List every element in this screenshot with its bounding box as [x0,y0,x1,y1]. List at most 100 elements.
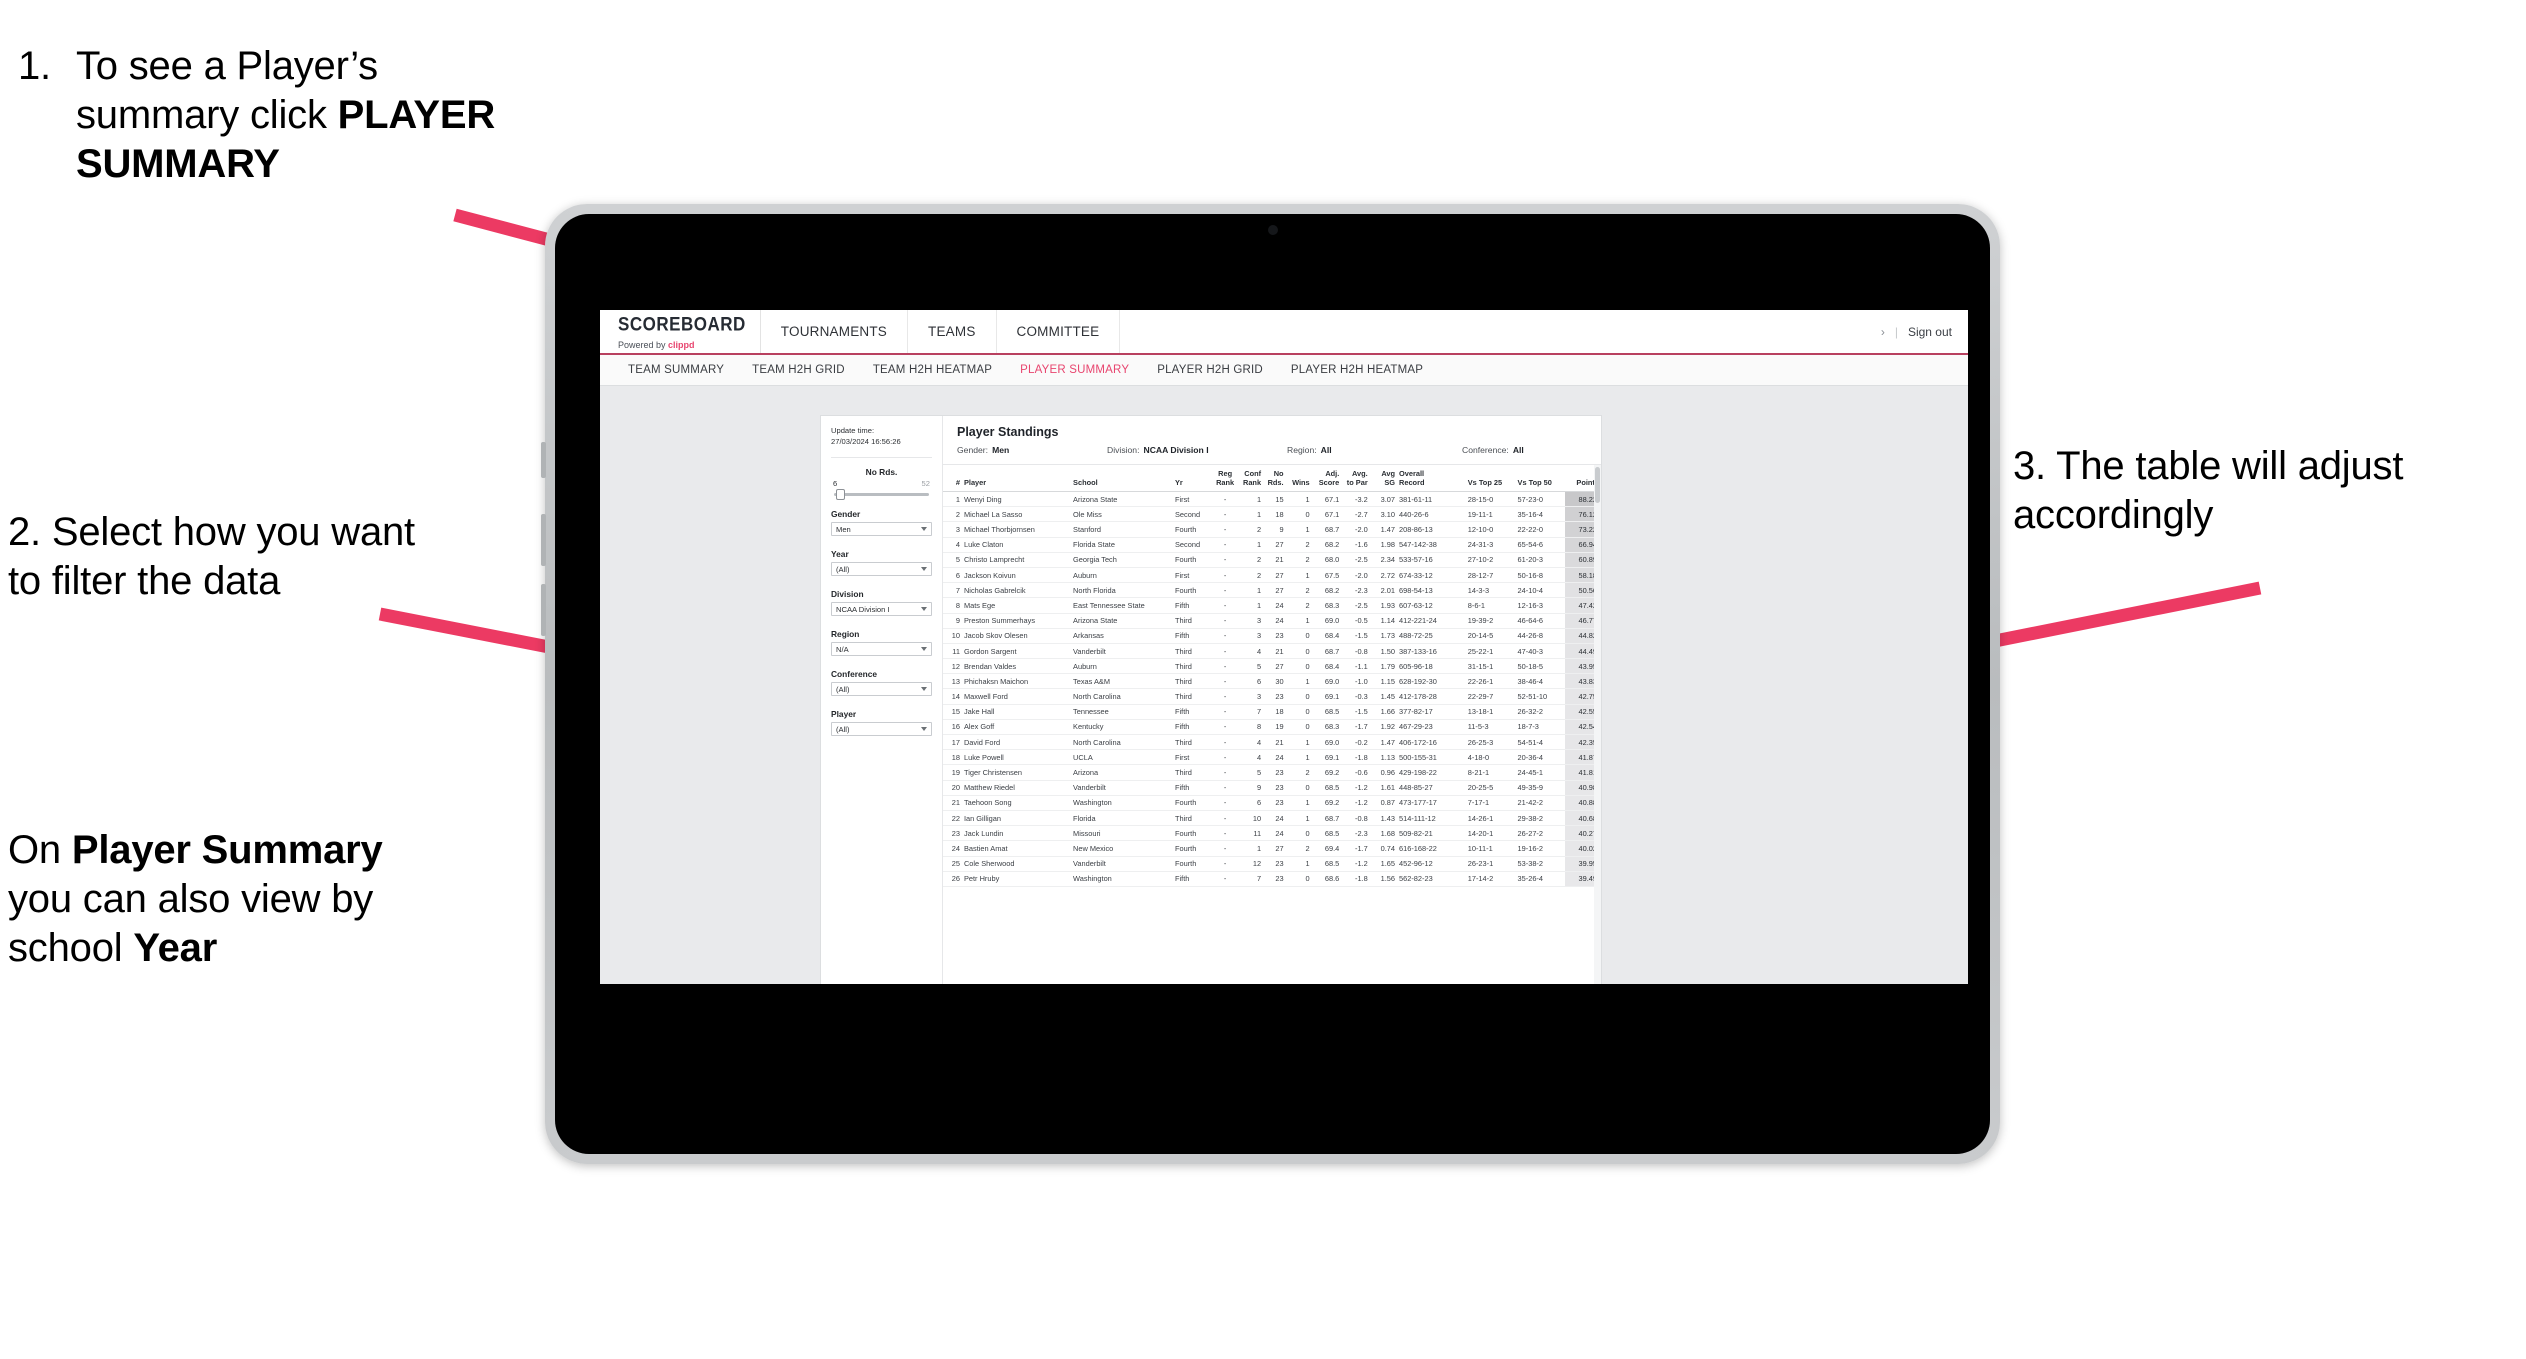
region-select[interactable]: N/A [831,642,932,656]
table-row[interactable]: 7 Nicholas Gabrelcik North Florida Fourth -1… [943,582,1601,599]
cell-player: Jack Lundin [961,825,1072,842]
table-row[interactable]: 19 Tiger Christensen Arizona Third -5 23 2 69.2… [943,764,1601,781]
column-header-conf[interactable]: Conf Rank [1236,465,1264,493]
table-scroll-area: # Player School Yr Reg Rank Conf Rank No Rds. Wins… [943,465,1601,984]
nav-item-committee[interactable]: COMMITTEE [997,310,1121,353]
table-row[interactable]: 23 Jack Lundin Missouri Fourth -11 24 0 68.5 -2.… [943,825,1601,842]
tab-team-h2h-grid[interactable]: TEAM H2H GRID [738,364,859,376]
column-header-reg[interactable]: Reg Rank [1213,465,1237,493]
volume-up-button[interactable] [541,514,546,566]
table-row[interactable]: 6 Jackson Koivun Auburn First -2 27 1 67.5 -2.0 2… [943,567,1601,584]
cell-yr: Third [1172,658,1214,675]
cell-reg: - [1213,734,1237,751]
table-row[interactable]: 21 Taehoon Song Washington Fourth -6 23 1 69.2-… [943,795,1601,811]
column-header-overall[interactable]: Overall Record [1397,465,1466,493]
table-row[interactable]: 13 Phichaksn Maichon Texas A&M Third -6 30 1 69… [943,673,1601,690]
cell-player: Jake Hall [961,704,1072,720]
chevron-right-icon[interactable]: › [1881,325,1885,339]
conference-select[interactable]: (All) [831,682,932,696]
column-header-wins[interactable]: Wins [1285,465,1312,493]
annotation-step-1-number: 1. [18,44,51,88]
table-row[interactable]: 17 David Ford North Carolina Third -4 21 1 69.0… [943,734,1601,751]
player-select[interactable]: (All) [831,722,932,736]
tab-team-summary[interactable]: TEAM SUMMARY [614,364,738,376]
table-row[interactable]: 11 Gordon Sargent Vanderbilt Third -4 21 0 68.7… [943,643,1601,660]
table-row[interactable]: 24 Bastien Amat New Mexico Fourth -1 27 2 69.4-… [943,840,1601,857]
cell-yr: First [1172,749,1214,766]
table-row[interactable]: 5 Christo Lamprecht Georgia Tech Fourth -2 21… [943,552,1601,568]
no-rounds-slider[interactable] [834,489,929,500]
column-header-vs-top-25[interactable]: Vs Top 25 [1465,465,1516,493]
sign-out-button[interactable]: Sign out [1908,325,1952,339]
table-row[interactable]: 2 Michael La Sasso Ole Miss Second -1 18 0 67.1… [943,506,1601,523]
cell-conf: 3 [1236,613,1264,629]
volume-down-button[interactable] [541,584,546,636]
table-row[interactable]: 9 Preston Summerhays Arizona State Third -3 2… [943,613,1601,629]
column-header-school[interactable]: School [1071,465,1173,493]
table-row[interactable]: 15 Jake Hall Tennessee Fifth -7 18 0 68.5 -1.5 1.… [943,704,1601,720]
cell-vs-top-25: 14-26-1 [1465,810,1516,827]
cell-no: 21 [1263,643,1286,660]
year-select[interactable]: (All) [831,562,932,576]
cell-vs-top-25: 14-3-3 [1465,582,1516,599]
app-header-right: › | Sign out [1881,310,1968,353]
filter-summary: Gender: Men Division: NCAA Division I Regi… [943,445,1601,465]
cell-: 15 [943,704,962,720]
column-header-avg[interactable]: Avg. to Par [1341,465,1370,493]
tab-player-h2h-grid[interactable]: PLAYER H2H GRID [1143,364,1277,376]
cell-vs-top-25: 19-11-1 [1465,506,1516,523]
nav-item-tournaments[interactable]: TOURNAMENTS [761,310,909,353]
table-row[interactable]: 14 Maxwell Ford North Carolina Third -3 23 0 69… [943,688,1601,705]
summary-conference: Conference: All [1462,445,1524,455]
cell-adj: 68.5 [1311,780,1342,796]
cell-school: Washington [1071,871,1173,887]
table-row[interactable]: 3 Michael Thorbjornsen Stanford Fourth -2 9 1 6… [943,521,1601,538]
table-row[interactable]: 26 Petr Hruby Washington Fifth -7 23 0 68.6 -1.8… [943,871,1601,887]
division-select[interactable]: NCAA Division I [831,602,932,616]
table-scrollbar[interactable] [1594,465,1601,984]
tab-player-summary[interactable]: PLAYER SUMMARY [1006,364,1143,376]
nav-item-teams[interactable]: TEAMS [908,310,997,353]
cell-yr: Fourth [1172,795,1214,811]
conference-label: Conference [831,669,878,679]
cell-overall: 412-178-28 [1397,688,1466,705]
column-header-player[interactable]: Player [961,465,1072,493]
cell-overall: 562-82-23 [1397,871,1466,887]
table-scrollbar-thumb[interactable] [1595,467,1600,503]
column-header-[interactable]: # [943,465,962,493]
table-row[interactable]: 18 Luke Powell UCLA First -4 24 1 69.1 -1.8 1.13 5… [943,749,1601,766]
filter-conference: Conference (All) [831,669,932,696]
column-header-no[interactable]: No Rds. [1263,465,1286,493]
header-divider: | [1894,324,1898,339]
table-row[interactable]: 10 Jacob Skov Olesen Arkansas Fifth -3 23 0 68.… [943,628,1601,644]
table-row[interactable]: 16 Alex Goff Kentucky Fifth -8 19 0 68.3 -1.7 1.9… [943,719,1601,736]
column-header-vs-top-50[interactable]: Vs Top 50 [1515,465,1566,493]
cell-: 19 [943,764,962,781]
tab-team-h2h-heatmap[interactable]: TEAM H2H HEATMAP [859,364,1006,376]
power-button[interactable] [541,442,546,478]
table-row[interactable]: 12 Brendan Valdes Auburn Third -5 27 0 68.4 -1.1… [943,658,1601,675]
table-row[interactable]: 4 Luke Claton Florida State Second -1 27 2 68.2… [943,537,1601,553]
cell-avg: 1.14 [1369,613,1397,629]
cell-reg: - [1213,597,1237,614]
brand-logo[interactable]: SCOREBOARD Powered by clippd [600,310,761,353]
cell-no: 21 [1263,734,1286,751]
table-row[interactable]: 20 Matthew Riedel Vanderbilt Fifth -9 23 0 68.5… [943,780,1601,796]
column-header-avg[interactable]: Avg SG [1369,465,1397,493]
tab-player-h2h-heatmap[interactable]: PLAYER H2H HEATMAP [1277,364,1437,376]
app-screen: SCOREBOARD Powered by clippd TOURNAMENTS… [600,310,1968,984]
column-header-adj[interactable]: Adj. Score [1311,465,1342,493]
gender-select[interactable]: Men [831,522,932,536]
no-rounds-slider-handle[interactable] [836,489,845,500]
table-row[interactable]: 22 Ian Gilligan Florida Third -10 24 1 68.7 -0.8… [943,810,1601,827]
cell-overall: 500-155-31 [1397,749,1466,766]
table-row[interactable]: 1 Wenyi Ding Arizona State First -1 15 1 67.1 -3… [943,491,1601,508]
no-rounds-range: 6 52 [831,479,932,490]
cell-vs-top-50: 35-16-4 [1515,506,1566,523]
cell-vs-top-25: 13-18-1 [1465,704,1516,720]
table-row[interactable]: 25 Cole Sherwood Vanderbilt Fourth -12 23 1 68.… [943,856,1601,872]
cell-yr: Fourth [1172,840,1214,857]
column-header-yr[interactable]: Yr [1172,465,1214,493]
cell-school: Florida [1071,810,1173,827]
table-row[interactable]: 8 Mats Ege East Tennessee State Fifth -1 24 2 6… [943,597,1601,614]
